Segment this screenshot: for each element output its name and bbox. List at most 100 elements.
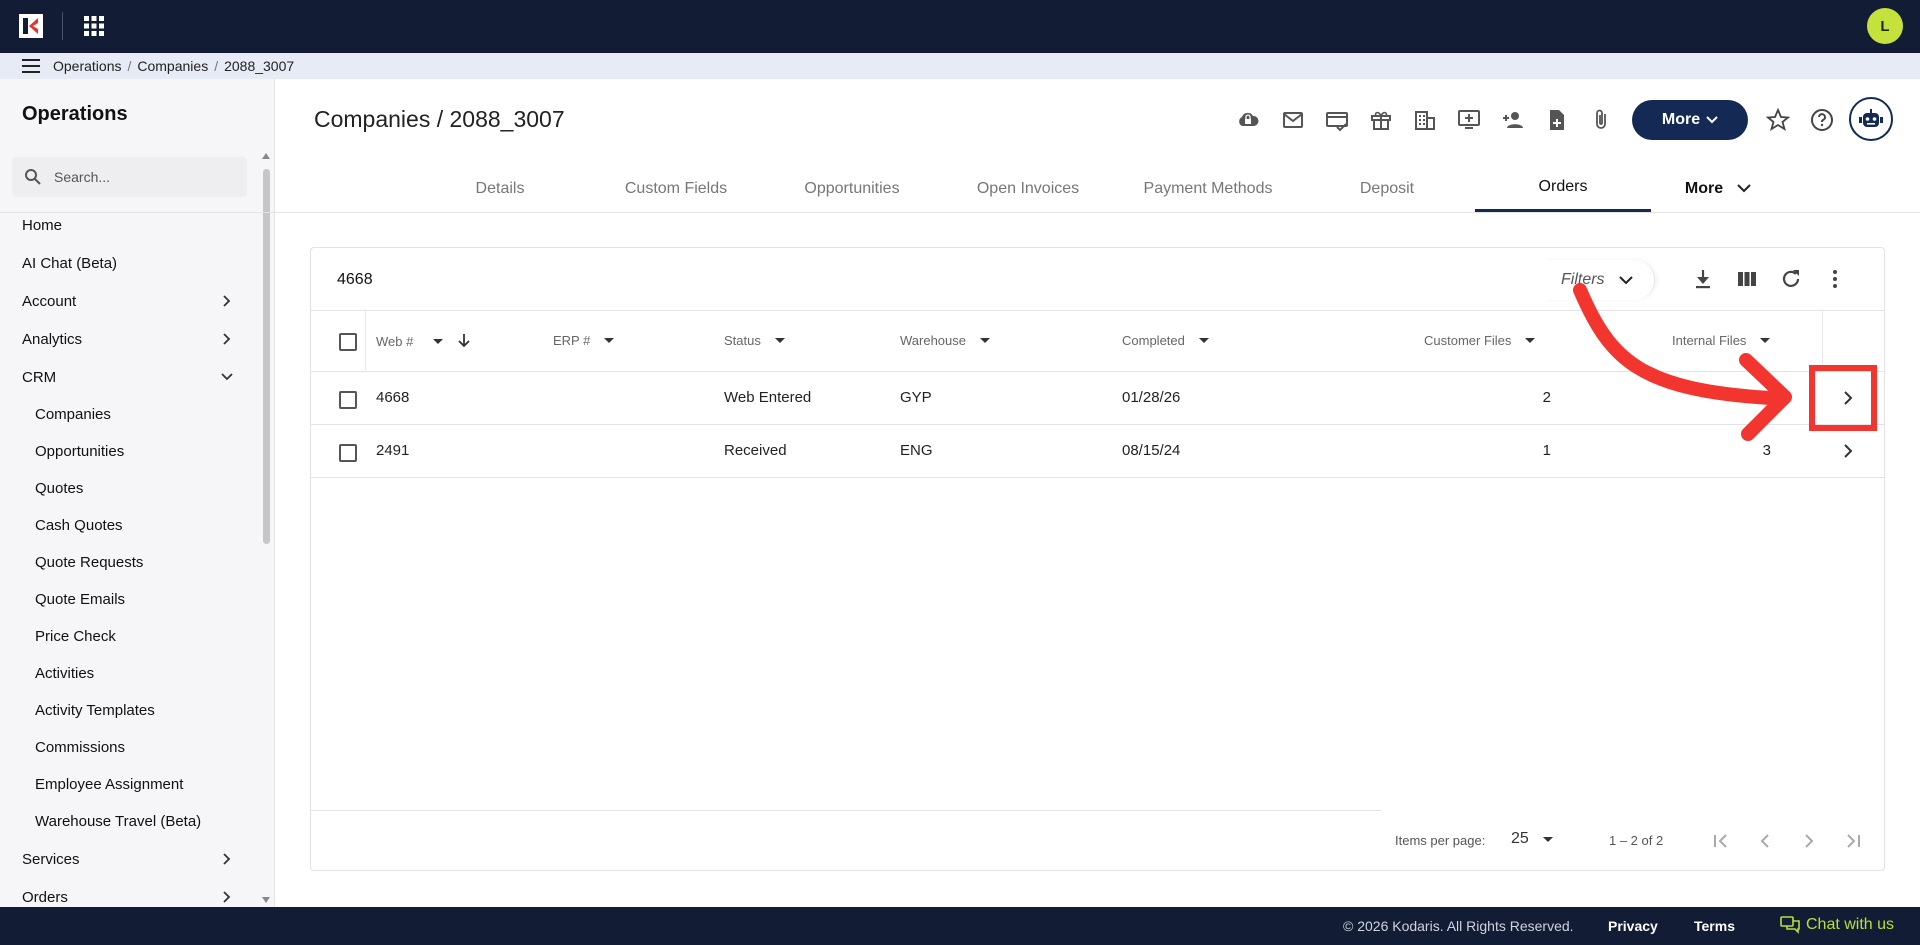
ai-assistant-button[interactable] <box>1849 97 1893 141</box>
sidebar-item-quotes[interactable]: Quotes <box>0 470 258 507</box>
column-header-status[interactable]: Status <box>724 333 785 348</box>
columns-icon[interactable] <box>1735 267 1759 291</box>
row-open-chevron-icon[interactable] <box>1838 441 1858 461</box>
sidebar-item-activity-templates[interactable]: Activity Templates <box>0 692 258 729</box>
table-filter-input[interactable] <box>337 267 1237 293</box>
mail-icon[interactable] <box>1281 108 1305 132</box>
column-header-web[interactable]: Web # <box>376 333 471 349</box>
help-icon[interactable] <box>1810 108 1834 132</box>
row-checkbox[interactable] <box>339 391 357 409</box>
chat-icon <box>1780 916 1800 934</box>
column-header-completed[interactable]: Completed <box>1122 333 1209 348</box>
chat-label: Chat with us <box>1806 916 1895 933</box>
sidebar-item-label: Price Check <box>35 628 116 645</box>
privacy-link[interactable]: Privacy <box>1608 918 1658 934</box>
cell-warehouse: ENG <box>900 442 933 459</box>
sidebar-item-label: Account <box>22 292 77 310</box>
sidebar-item-activities[interactable]: Activities <box>0 655 258 692</box>
cell-web: 4668 <box>376 389 410 406</box>
tab-opportunities[interactable]: Opportunities <box>764 165 940 212</box>
column-menu-icon[interactable] <box>1760 338 1771 343</box>
sidebar-item-opportunities[interactable]: Opportunities <box>0 433 258 470</box>
sidebar-scrollbar[interactable] <box>263 169 270 544</box>
sort-descending-icon[interactable] <box>457 333 471 349</box>
next-page-icon[interactable] <box>1797 829 1821 853</box>
select-all-checkbox[interactable] <box>339 333 357 351</box>
menu-icon[interactable] <box>22 59 40 73</box>
more-actions-button[interactable]: More <box>1632 100 1748 140</box>
scroll-up-arrow[interactable] <box>262 153 270 159</box>
sidebar-item-quote-requests[interactable]: Quote Requests <box>0 544 258 581</box>
user-avatar[interactable]: L <box>1867 8 1903 44</box>
column-menu-icon[interactable] <box>433 338 444 344</box>
column-header-customer-files[interactable]: Customer Files <box>1424 333 1536 348</box>
row-open-chevron-icon[interactable] <box>1838 388 1858 408</box>
terms-link[interactable]: Terms <box>1694 918 1735 934</box>
monitor-add-icon[interactable] <box>1457 108 1481 132</box>
file-add-icon[interactable] <box>1545 108 1569 132</box>
breadcrumb-operations[interactable]: Operations <box>53 58 121 74</box>
tab-orders[interactable]: Orders <box>1475 165 1651 212</box>
apps-grid-icon[interactable] <box>84 16 104 36</box>
chat-with-us-button[interactable]: Chat with us <box>1780 916 1894 934</box>
column-menu-icon[interactable] <box>604 338 615 343</box>
breadcrumb: Operations / Companies / 2088_3007 <box>53 58 294 74</box>
tab-open-invoices[interactable]: Open Invoices <box>940 165 1116 212</box>
more-vert-icon[interactable] <box>1823 267 1847 291</box>
column-label: Completed <box>1122 333 1185 348</box>
attachment-icon[interactable] <box>1589 108 1613 132</box>
sidebar-item-label: Warehouse Travel (Beta) <box>35 813 202 830</box>
filters-button[interactable]: Filters <box>1545 260 1655 300</box>
sidebar-item-crm[interactable]: CRM <box>0 358 258 396</box>
star-icon[interactable] <box>1766 108 1790 132</box>
column-menu-icon[interactable] <box>980 338 990 343</box>
first-page-icon[interactable] <box>1709 829 1733 853</box>
breadcrumb-companies[interactable]: Companies <box>137 58 208 74</box>
sidebar-item-quote-emails[interactable]: Quote Emails <box>0 581 258 618</box>
column-header-erp[interactable]: ERP # <box>553 333 615 348</box>
tab-details[interactable]: Details <box>412 165 588 212</box>
column-label: Internal Files <box>1672 333 1747 348</box>
gift-icon[interactable] <box>1369 108 1393 132</box>
chevron-down-icon <box>1618 275 1633 284</box>
tab-custom-fields[interactable]: Custom Fields <box>588 165 764 212</box>
scroll-down-arrow[interactable] <box>262 897 270 903</box>
sidebar-item-price-check[interactable]: Price Check <box>0 618 258 655</box>
sidebar-item-companies[interactable]: Companies <box>0 396 258 433</box>
sidebar-item-label: Activities <box>35 665 95 682</box>
sidebar-item-services[interactable]: Services <box>0 840 258 878</box>
person-add-icon[interactable] <box>1501 108 1525 132</box>
sidebar-item-orders[interactable]: Orders <box>0 878 258 907</box>
building-icon[interactable] <box>1413 108 1437 132</box>
kodaris-logo[interactable] <box>19 14 43 38</box>
tab-more[interactable]: More <box>1630 165 1806 212</box>
tab-payment-methods[interactable]: Payment Methods <box>1120 165 1296 212</box>
items-per-page-select[interactable]: 25 <box>1511 830 1553 848</box>
sidebar-item-employee-assignment[interactable]: Employee Assignment <box>0 766 258 803</box>
card-check-icon[interactable] <box>1325 108 1349 132</box>
row-checkbox[interactable] <box>339 444 357 462</box>
download-icon[interactable] <box>1691 267 1715 291</box>
sidebar-item-label: Quote Requests <box>35 554 144 571</box>
column-menu-icon[interactable] <box>1198 338 1209 343</box>
chevron-right-icon <box>223 295 231 307</box>
cloud-lock-icon[interactable] <box>1236 108 1260 132</box>
column-header-internal-files[interactable]: Internal Files <box>1672 333 1771 348</box>
sidebar-item-account[interactable]: Account <box>0 282 258 320</box>
column-menu-icon[interactable] <box>1525 338 1536 343</box>
column-label: Customer Files <box>1424 333 1512 348</box>
sidebar-item-cash-quotes[interactable]: Cash Quotes <box>0 507 258 544</box>
sidebar-item-commissions[interactable]: Commissions <box>0 729 258 766</box>
sidebar-item-warehouse-travel[interactable]: Warehouse Travel (Beta) <box>0 803 258 840</box>
column-header-warehouse[interactable]: Warehouse <box>900 333 990 348</box>
sidebar-item-label: Quote Emails <box>35 591 126 608</box>
sidebar-item-analytics[interactable]: Analytics <box>0 320 258 358</box>
last-page-icon[interactable] <box>1841 829 1865 853</box>
tab-deposit[interactable]: Deposit <box>1299 165 1475 212</box>
table-row[interactable]: 2491 Received ENG 08/15/24 1 3 <box>311 425 1884 478</box>
refresh-icon[interactable] <box>1779 267 1803 291</box>
sidebar-item-ai-chat[interactable]: AI Chat (Beta) <box>0 244 258 282</box>
previous-page-icon[interactable] <box>1753 829 1777 853</box>
table-row[interactable]: 4668 Web Entered GYP 01/28/26 2 <box>311 372 1884 425</box>
column-menu-icon[interactable] <box>774 338 785 343</box>
